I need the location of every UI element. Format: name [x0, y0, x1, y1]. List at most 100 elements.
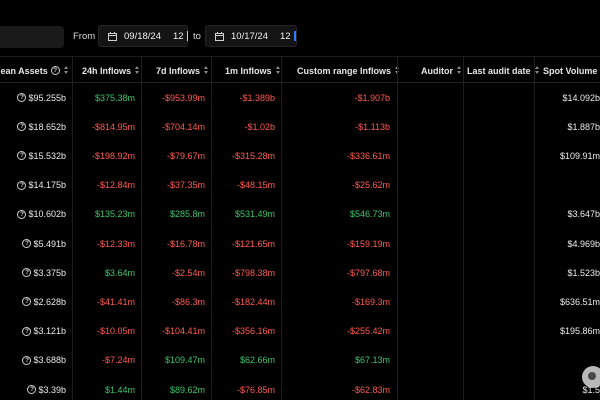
cell-24h-inflows-value: -$10.05m	[96, 326, 135, 337]
search-input[interactable]	[0, 26, 64, 48]
from-date-picker[interactable]: 09/18/24 12	[98, 25, 188, 47]
cell-clean-assets: ? $15.532b	[17, 141, 66, 170]
cell-24h-inflows-value: -$41.41m	[96, 296, 135, 307]
col-header-clean-assets[interactable]: lean Assets ?	[0, 57, 69, 84]
cell-7d-inflows: -$79.67m	[167, 141, 205, 170]
cell-custom-range-inflows-value: -$1.907b	[354, 92, 390, 103]
cell-clean-assets: ? $3.688b	[22, 346, 66, 375]
cell-24h-inflows: -$12.84m	[97, 171, 135, 200]
cell-7d-inflows: -$953.99m	[162, 83, 205, 112]
table-row[interactable]: ? $3.688b -$7.24m $109.47m $62.66m $67.13m	[0, 346, 600, 375]
cell-24h-inflows: -$12.33m	[97, 229, 135, 258]
info-icon[interactable]: ?	[22, 355, 32, 365]
cell-1m-inflows-value: $62.66m	[239, 355, 275, 366]
info-icon[interactable]: ?	[22, 326, 32, 336]
cell-custom-range-inflows-value: -$336.61m	[346, 150, 390, 161]
cell-7d-inflows-value: -$16.78m	[166, 238, 205, 249]
table-row[interactable]: ? $15.532b -$198.92m -$79.67m -$315.28m -$336…	[0, 141, 600, 170]
sort-icon[interactable]	[534, 66, 540, 75]
cell-custom-range-inflows-value: -$62.83m	[351, 384, 390, 395]
table-row[interactable]: ? $5.491b -$12.33m -$16.78m -$121.65m -$159.1…	[0, 229, 600, 258]
cell-7d-inflows: -$704.14m	[162, 112, 205, 141]
cell-24h-inflows-value: $135.23m	[94, 209, 135, 220]
cell-clean-assets: ? $5.491b	[22, 229, 66, 258]
cell-custom-range-inflows: -$25.62m	[352, 171, 390, 200]
col-header-last-audit-date[interactable]: Last audit date	[467, 57, 540, 84]
cell-1m-inflows-value: -$356.16m	[231, 326, 275, 337]
table-row[interactable]: ? $10.602b $135.23m $285.8m $531.49m $546.73m…	[0, 200, 600, 229]
sort-icon[interactable]	[204, 66, 209, 75]
from-hour-value[interactable]: 12	[173, 31, 184, 42]
calendar-icon	[108, 31, 117, 41]
cell-spot-volume: $636.51m	[560, 287, 600, 316]
table-row[interactable]: ? $95.255b $375.38m -$953.99m -$1.389b -$1.90…	[0, 83, 600, 112]
cell-clean-assets-value: $3.39b	[38, 384, 66, 395]
col-header-auditor[interactable]: Auditor	[421, 57, 462, 84]
cell-clean-assets-value: $3.121b	[33, 326, 66, 337]
info-icon[interactable]: ?	[17, 151, 27, 161]
cell-24h-inflows: $1.44m	[105, 375, 135, 400]
to-date-value[interactable]: 10/17/24	[231, 31, 268, 42]
cell-clean-assets-value: $5.491b	[33, 238, 66, 249]
info-icon[interactable]: ?	[22, 297, 32, 307]
table-row[interactable]: ? $18.652b -$814.95m -$704.14m -$1.02b -$1.11…	[0, 112, 600, 141]
cell-1m-inflows: -$356.16m	[232, 317, 275, 346]
sort-icon[interactable]	[275, 66, 281, 75]
sort-icon[interactable]	[135, 66, 140, 75]
info-icon[interactable]: ?	[22, 239, 32, 248]
col-header-spot-volume[interactable]: Spot Volume	[543, 57, 600, 84]
info-icon[interactable]: ?	[17, 209, 27, 219]
cell-clean-assets: ? $14.175b	[17, 171, 66, 200]
info-icon[interactable]: ?	[17, 93, 27, 102]
cell-24h-inflows: -$41.41m	[97, 287, 135, 316]
cell-24h-inflows-value: -$12.33m	[96, 238, 135, 249]
cell-spot-volume: $14.092b	[562, 83, 600, 112]
cell-spot-volume: $4.969b	[567, 229, 600, 258]
table-header: lean Assets ? 24h Inflows 7d Inflows 1m …	[0, 56, 600, 83]
cell-7d-inflows-value: -$37.35m	[166, 180, 205, 191]
col-header-7d-inflows[interactable]: 7d Inflows	[156, 57, 209, 84]
col-header-1m-inflows[interactable]: 1m Inflows	[225, 57, 281, 84]
col-header-24h-inflows[interactable]: 24h Inflows	[82, 57, 140, 84]
cell-clean-assets: ? $18.652b	[17, 112, 66, 141]
to-label: to	[193, 31, 201, 42]
table-row[interactable]: ? $2.628b -$41.41m -$86.3m -$182.44m -$169.3m…	[0, 287, 600, 316]
table-row[interactable]: ? $3.375b $3.64m -$2.54m -$798.38m -$797.68m $…	[0, 258, 600, 287]
from-date-value[interactable]: 09/18/24	[124, 31, 161, 42]
cell-7d-inflows-value: -$79.67m	[166, 150, 205, 161]
table-row[interactable]: ? $3.39b $1.44m $89.62m -$76.85m -$62.83m $1.5	[0, 375, 600, 400]
cell-custom-range-inflows-value: -$25.62m	[351, 180, 390, 191]
cell-custom-range-inflows-value: -$169.3m	[351, 296, 390, 307]
cell-clean-assets: ? $3.39b	[27, 375, 66, 400]
cell-spot-volume-value: $195.86m	[559, 326, 600, 337]
table-row[interactable]: ? $3.121b -$10.05m -$104.41m -$356.16m -$255.…	[0, 317, 600, 346]
to-hour-value[interactable]: 12	[280, 31, 291, 42]
cell-7d-inflows: $285.8m	[170, 200, 205, 229]
filter-bar: From 09/18/24 12 to 10/17/24 12	[0, 0, 600, 56]
cell-24h-inflows-value: -$7.24m	[101, 355, 135, 366]
sort-icon[interactable]	[457, 66, 462, 75]
cell-custom-range-inflows: -$169.3m	[352, 287, 390, 316]
to-date-picker[interactable]: 10/17/24 12	[205, 25, 297, 47]
cell-custom-range-inflows: -$1.113b	[355, 112, 390, 141]
info-icon[interactable]: ?	[50, 66, 60, 75]
watermark-logo	[582, 366, 600, 388]
cell-7d-inflows: -$16.78m	[167, 229, 205, 258]
table-row[interactable]: ? $14.175b -$12.84m -$37.35m -$48.15m -$25.62…	[0, 171, 600, 200]
cell-custom-range-inflows: -$797.68m	[347, 258, 390, 287]
cell-custom-range-inflows: $67.13m	[355, 346, 390, 375]
cell-24h-inflows: -$10.05m	[97, 317, 135, 346]
cell-custom-range-inflows: -$159.19m	[347, 229, 390, 258]
info-icon[interactable]: ?	[22, 268, 32, 278]
cell-1m-inflows: -$315.28m	[232, 141, 275, 170]
cell-7d-inflows-value: -$104.41m	[161, 326, 205, 337]
cell-7d-inflows-value: -$704.14m	[161, 121, 205, 132]
cell-7d-inflows: -$2.54m	[172, 258, 205, 287]
col-header-custom-range-inflows[interactable]: Custom range Inflows	[297, 57, 400, 84]
info-icon[interactable]: ?	[27, 385, 37, 394]
sort-icon[interactable]	[63, 66, 69, 75]
info-icon[interactable]: ?	[17, 122, 27, 132]
cell-7d-inflows: -$37.35m	[167, 171, 205, 200]
cell-1m-inflows-value: -$182.44m	[231, 296, 275, 307]
info-icon[interactable]: ?	[17, 180, 27, 190]
